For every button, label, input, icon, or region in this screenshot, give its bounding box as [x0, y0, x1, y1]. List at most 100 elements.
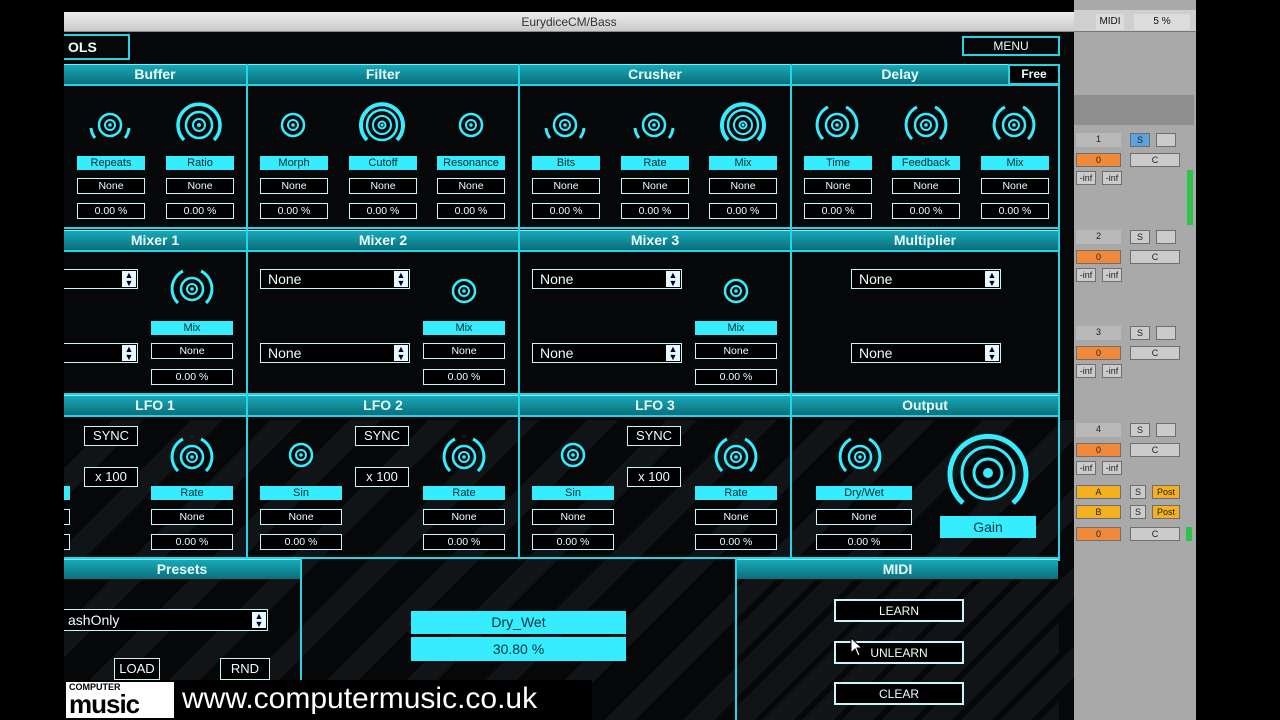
track-send-b[interactable]: -inf — [1102, 461, 1122, 475]
return-b-solo[interactable]: S — [1130, 505, 1146, 519]
lfo2-rate-value[interactable]: 0.00 % — [423, 534, 505, 550]
repeats-value[interactable]: 0.00 % — [77, 203, 145, 219]
mixer3-mix-knob[interactable] — [709, 264, 763, 318]
track-send-a[interactable]: -inf — [1076, 268, 1096, 282]
lfo3-shape-value[interactable]: 0.00 % — [532, 534, 614, 550]
time-knob[interactable] — [810, 98, 864, 152]
track-pan[interactable]: C — [1130, 346, 1180, 360]
gain-knob[interactable] — [944, 429, 1032, 517]
track-arm-button[interactable] — [1156, 230, 1176, 244]
track-solo-button[interactable]: S — [1130, 230, 1150, 244]
lfo3-rate-value[interactable]: 0.00 % — [695, 534, 777, 550]
master-volume[interactable]: 0 — [1076, 527, 1121, 541]
clear-button[interactable]: CLEAR — [834, 682, 964, 705]
mixer2-mix-mod-select[interactable]: None — [423, 343, 505, 359]
delay-mix-value[interactable]: 0.00 % — [981, 203, 1049, 219]
drywet-knob[interactable] — [833, 430, 887, 484]
delay-mix-mod-select[interactable]: None — [981, 178, 1049, 194]
track-volume[interactable]: 0 — [1076, 153, 1121, 167]
menu-button[interactable]: MENU — [962, 36, 1060, 56]
crusher-mix-knob[interactable] — [716, 98, 770, 152]
lfo2-multiplier-button[interactable]: x 100 — [355, 467, 409, 487]
mixer1-source1-dropdown[interactable]: ▲ ▼ — [64, 269, 138, 289]
mixer1-mix-knob[interactable] — [165, 262, 219, 316]
lfo1-rate-mod-select[interactable]: None — [151, 509, 233, 525]
repeats-mod-select[interactable]: None — [77, 178, 145, 194]
track-send-a[interactable]: -inf — [1076, 171, 1096, 185]
return-a-post[interactable]: Post — [1152, 485, 1180, 499]
mixer2-source2-dropdown[interactable]: None ▲ ▼ — [260, 343, 410, 363]
crusher-rate-knob[interactable] — [627, 98, 681, 152]
track-solo-button[interactable]: S — [1130, 326, 1150, 340]
lfo1-multiplier-button[interactable]: x 100 — [84, 467, 138, 487]
feedback-mod-select[interactable]: None — [892, 178, 960, 194]
lfo2-shape-mod-select[interactable]: None — [260, 509, 342, 525]
ratio-mod-select[interactable]: None — [166, 178, 234, 194]
mixer1-source2-dropdown[interactable]: ▲ ▼ — [64, 343, 138, 363]
track-volume[interactable]: 0 — [1076, 443, 1121, 457]
lfo3-shape-knob[interactable] — [546, 428, 600, 482]
tools-button[interactable]: OLS — [64, 34, 130, 60]
track-volume[interactable]: 0 — [1076, 346, 1121, 360]
mixer2-mix-value[interactable]: 0.00 % — [423, 369, 505, 385]
time-value[interactable]: 0.00 % — [804, 203, 872, 219]
learn-button[interactable]: LEARN — [834, 599, 964, 622]
mixer3-source2-dropdown[interactable]: None ▲ ▼ — [532, 343, 682, 363]
morph-mod-select[interactable]: None — [260, 178, 328, 194]
track-solo-button[interactable]: S — [1130, 133, 1150, 147]
multiplier-source2-dropdown[interactable]: None ▲ ▼ — [851, 343, 1001, 363]
crusher-mix-mod-select[interactable]: None — [709, 178, 777, 194]
ratio-knob[interactable] — [172, 98, 226, 152]
cutoff-knob[interactable] — [355, 98, 409, 152]
crusher-mix-value[interactable]: 0.00 % — [709, 203, 777, 219]
repeats-knob[interactable] — [83, 98, 137, 152]
rnd-button[interactable]: RND — [220, 658, 270, 680]
lfo2-rate-mod-select[interactable]: None — [423, 509, 505, 525]
lfo2-shape-knob[interactable] — [274, 428, 328, 482]
lfo1-shape-mod-select[interactable] — [64, 509, 70, 525]
track-arm-button[interactable] — [1156, 326, 1176, 340]
drywet-value[interactable]: 0.00 % — [816, 534, 912, 550]
crusher-rate-value[interactable]: 0.00 % — [621, 203, 689, 219]
track-send-b[interactable]: -inf — [1102, 268, 1122, 282]
crusher-rate-mod-select[interactable]: None — [621, 178, 689, 194]
return-b-button[interactable]: B — [1076, 505, 1121, 519]
track-send-a[interactable]: -inf — [1076, 364, 1096, 378]
track-pan[interactable]: C — [1130, 153, 1180, 167]
bits-knob[interactable] — [538, 98, 592, 152]
track-volume[interactable]: 0 — [1076, 250, 1121, 264]
feedback-knob[interactable] — [899, 98, 953, 152]
multiplier-source1-dropdown[interactable]: None ▲ ▼ — [851, 269, 1001, 289]
feedback-value[interactable]: 0.00 % — [892, 203, 960, 219]
bits-mod-select[interactable]: None — [532, 178, 600, 194]
mixer3-mix-value[interactable]: 0.00 % — [695, 369, 777, 385]
resonance-knob[interactable] — [444, 98, 498, 152]
lfo3-rate-knob[interactable] — [709, 430, 763, 484]
lfo1-rate-knob[interactable] — [165, 430, 219, 484]
mixer2-mix-knob[interactable] — [437, 264, 491, 318]
return-a-button[interactable]: A — [1076, 485, 1121, 499]
cutoff-mod-select[interactable]: None — [349, 178, 417, 194]
cutoff-value[interactable]: 0.00 % — [349, 203, 417, 219]
lfo3-sync-button[interactable]: SYNC — [627, 426, 681, 446]
time-mod-select[interactable]: None — [804, 178, 872, 194]
delay-mix-knob[interactable] — [987, 98, 1041, 152]
lfo1-rate-value[interactable]: 0.00 % — [151, 534, 233, 550]
drywet-mod-select[interactable]: None — [816, 509, 912, 525]
lfo3-rate-mod-select[interactable]: None — [695, 509, 777, 525]
lfo3-shape-mod-select[interactable]: None — [532, 509, 614, 525]
mixer2-source1-dropdown[interactable]: None ▲ ▼ — [260, 269, 410, 289]
preset-dropdown[interactable]: ashOnly ▲ ▼ — [64, 609, 268, 631]
master-pan[interactable]: C — [1130, 527, 1180, 541]
track-send-a[interactable]: -inf — [1076, 461, 1096, 475]
free-button[interactable]: Free — [1008, 64, 1060, 85]
track-pan[interactable]: C — [1130, 443, 1180, 457]
mixer1-mix-value[interactable]: 0.00 % — [151, 369, 233, 385]
track-arm-button[interactable] — [1156, 423, 1176, 437]
lfo2-shape-value[interactable]: 0.00 % — [260, 534, 342, 550]
bits-value[interactable]: 0.00 % — [532, 203, 600, 219]
mixer3-source1-dropdown[interactable]: None ▲ ▼ — [532, 269, 682, 289]
mixer3-mix-mod-select[interactable]: None — [695, 343, 777, 359]
resonance-mod-select[interactable]: None — [437, 178, 505, 194]
track-solo-button[interactable]: S — [1130, 423, 1150, 437]
